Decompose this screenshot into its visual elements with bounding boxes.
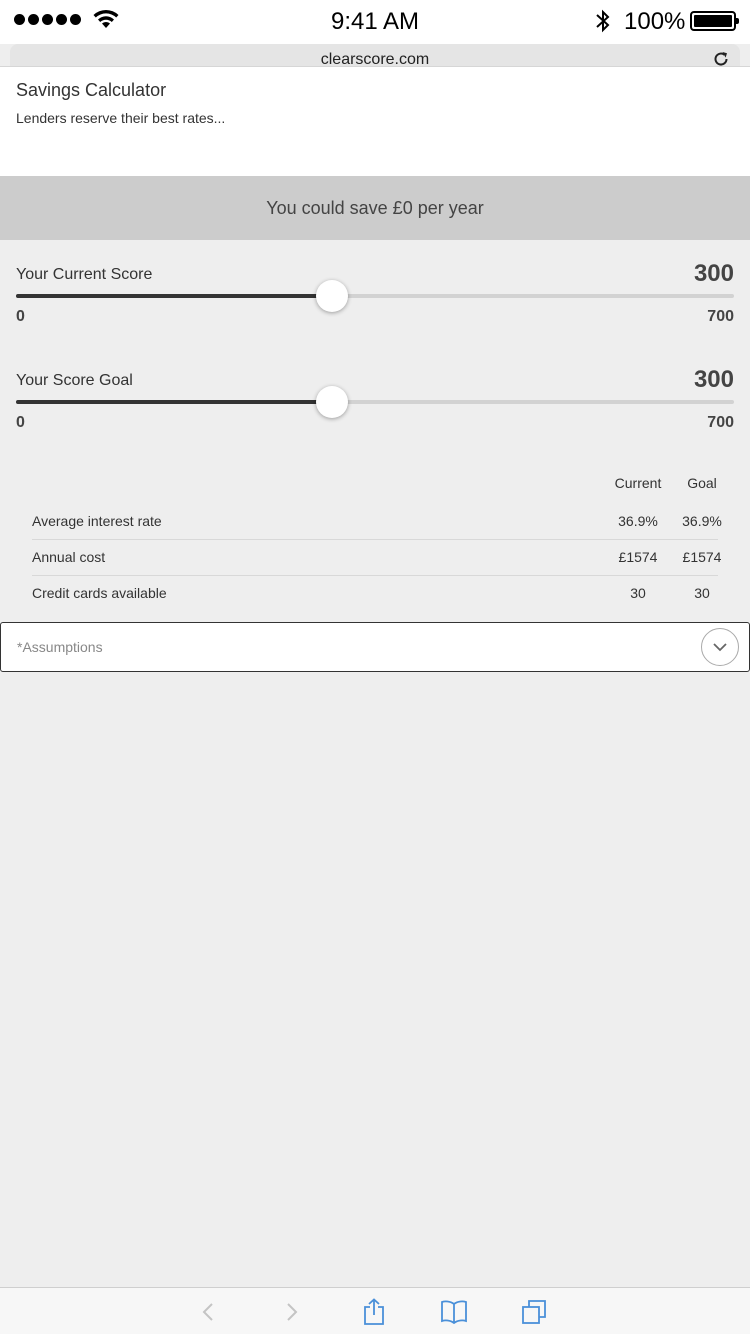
chevron-down-icon [713, 642, 727, 651]
goal-score-min: 0 [16, 414, 25, 431]
row-label: Credit cards available [32, 585, 167, 601]
cell-goal: 30 [694, 585, 710, 601]
goal-score-value: 300 [693, 366, 734, 393]
row-label: Annual cost [32, 549, 106, 565]
current-score-max: 700 [707, 308, 734, 325]
status-bar: 9:41 AM 100% [0, 0, 750, 44]
current-score-slider-block: Your Current Score 300 0 700 [16, 260, 734, 356]
battery-percent: 100% [624, 8, 686, 35]
table-header: Current Goal [32, 472, 718, 504]
row-label: Average interest rate [32, 513, 162, 529]
current-score-min: 0 [16, 308, 25, 325]
savings-banner: You could save £0 per year [0, 176, 750, 240]
goal-score-max: 700 [707, 414, 734, 431]
forward-button[interactable] [277, 1297, 307, 1327]
back-icon [202, 1303, 213, 1321]
address-bar[interactable]: clearscore.com [10, 44, 740, 66]
cell-current: £1574 [618, 549, 658, 565]
tabs-icon [522, 1300, 546, 1324]
current-score-slider[interactable] [16, 294, 734, 298]
cell-current: 36.9% [618, 513, 658, 529]
assumptions-label: *Assumptions [17, 639, 103, 655]
expand-assumptions-button[interactable] [701, 628, 739, 666]
forward-icon [287, 1303, 298, 1321]
bookmarks-icon [441, 1300, 467, 1324]
page-title: Savings Calculator [16, 80, 167, 100]
page-subtitle: Lenders reserve their best rates... [16, 110, 226, 126]
savings-text: You could save £0 per year [266, 198, 484, 218]
goal-score-slider-block: Your Score Goal 300 0 700 [16, 366, 734, 462]
battery-icon [690, 11, 739, 31]
back-button[interactable] [193, 1297, 223, 1327]
column-header-goal: Goal [687, 475, 717, 491]
goal-score-label: Your Score Goal [16, 372, 133, 389]
rates-table: Current Goal Average interest rate 36.9%… [32, 472, 722, 612]
bluetooth-icon [596, 9, 610, 33]
table-row: Credit cards available 30 30 [32, 576, 718, 612]
share-icon [364, 1298, 384, 1325]
assumptions-accordion[interactable]: *Assumptions [0, 622, 750, 672]
share-button[interactable] [359, 1297, 389, 1327]
calculator-header: Savings Calculator Lenders reserve their… [0, 66, 750, 176]
bookmarks-button[interactable] [439, 1297, 469, 1327]
cell-goal: 36.9% [682, 513, 722, 529]
current-score-fill [16, 294, 332, 298]
tabs-button[interactable] [519, 1297, 549, 1327]
reload-icon[interactable] [712, 50, 730, 66]
current-score-thumb[interactable] [316, 280, 348, 312]
browser-toolbar [0, 1287, 750, 1334]
table-row: Annual cost £1574 £1574 [32, 540, 721, 576]
goal-score-fill [16, 400, 332, 404]
table-row: Average interest rate 36.9% 36.9% [32, 504, 722, 540]
current-score-value: 300 [693, 260, 734, 287]
current-score-label: Your Current Score [16, 266, 153, 283]
url-text: clearscore.com [320, 51, 430, 66]
goal-score-slider[interactable] [16, 400, 734, 404]
cell-goal: £1574 [682, 549, 722, 565]
goal-score-thumb[interactable] [316, 386, 348, 418]
column-header-current: Current [614, 475, 662, 491]
cell-current: 30 [630, 585, 646, 601]
